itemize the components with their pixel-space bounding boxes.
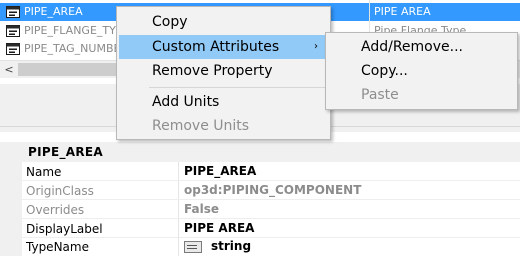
grid-row-overrides[interactable]: Overrides False bbox=[0, 200, 520, 219]
grid-row-value[interactable]: PIPE_AREA bbox=[184, 164, 256, 178]
property-icon bbox=[6, 6, 20, 18]
menu-separator bbox=[149, 87, 326, 88]
row-margin bbox=[0, 162, 22, 181]
custom-attributes-submenu: Add/Remove... Copy... Paste bbox=[325, 32, 518, 110]
menu-item-custom-attributes[interactable]: Custom Attributes › bbox=[119, 35, 328, 59]
menu-item-paste: Paste bbox=[361, 87, 399, 103]
grid-row-label: DisplayLabel bbox=[26, 222, 103, 236]
menu-item-remove-property[interactable]: Remove Property bbox=[119, 59, 328, 83]
row-margin bbox=[0, 219, 22, 238]
grid-divider bbox=[178, 219, 179, 238]
property-icon bbox=[6, 25, 20, 37]
grid-divider bbox=[178, 181, 179, 200]
context-menu: Copy Custom Attributes › Remove Property… bbox=[116, 6, 331, 140]
menu-item-copy[interactable]: Copy bbox=[119, 10, 328, 34]
grid-row-label: TypeName bbox=[26, 240, 89, 254]
grid-header-title: PIPE_AREA bbox=[28, 145, 103, 159]
grid-row-originclass[interactable]: OriginClass op3d:PIPING_COMPONENT bbox=[0, 181, 520, 200]
list-item-name: PIPE_FLANGE_TYPE bbox=[24, 24, 130, 37]
grid-row-name[interactable]: Name PIPE_AREA bbox=[0, 162, 520, 181]
grid-row-value: op3d:PIPING_COMPONENT bbox=[184, 183, 362, 197]
row-margin bbox=[0, 181, 22, 200]
menu-item-add-remove[interactable]: Add/Remove... bbox=[328, 35, 515, 59]
list-item-name: PIPE_TAG_NUMBER bbox=[24, 42, 129, 55]
grid-row-typename[interactable]: TypeName string bbox=[0, 237, 520, 256]
grid-row-displaylabel[interactable]: DisplayLabel PIPE AREA bbox=[0, 219, 520, 238]
menu-item-remove-units: Remove Units bbox=[152, 118, 250, 134]
row-margin bbox=[0, 200, 22, 219]
list-item-name: PIPE_AREA bbox=[24, 5, 83, 18]
grid-row-value[interactable]: PIPE AREA bbox=[184, 221, 254, 235]
row-margin bbox=[0, 237, 22, 256]
menu-item-label: Custom Attributes bbox=[152, 39, 280, 55]
list-item-value: PIPE AREA bbox=[374, 5, 431, 18]
grid-row-label: OriginClass bbox=[26, 184, 94, 198]
type-editor-icon[interactable] bbox=[184, 241, 202, 253]
scroll-left-button[interactable]: < bbox=[0, 61, 18, 78]
grid-row-value: False bbox=[184, 202, 219, 216]
grid-divider bbox=[178, 162, 179, 181]
menu-item-copy-attributes[interactable]: Copy... bbox=[328, 59, 515, 83]
property-icon bbox=[6, 43, 20, 55]
grid-row-value[interactable]: string bbox=[211, 239, 251, 253]
grid-row-label: Overrides bbox=[26, 203, 85, 217]
grid-row-label: Name bbox=[26, 165, 62, 179]
grid-divider bbox=[178, 237, 179, 256]
grid-divider bbox=[178, 200, 179, 219]
grid-category-header: PIPE_AREA bbox=[0, 142, 520, 162]
menu-item-add-units[interactable]: Add Units bbox=[119, 90, 328, 114]
submenu-arrow-icon: › bbox=[314, 41, 318, 52]
